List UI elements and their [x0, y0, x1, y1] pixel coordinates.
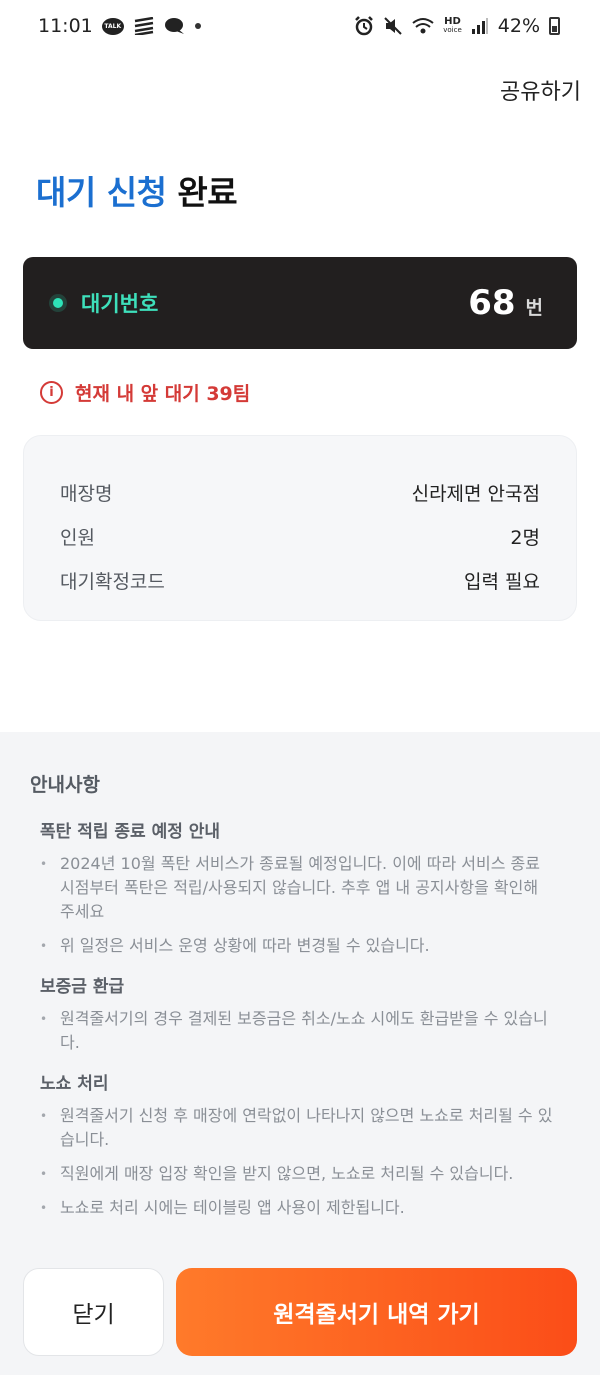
- remote-queue-history-button[interactable]: 원격줄서기 내역 가기: [176, 1268, 577, 1356]
- status-bar: 11:01 TALK HD voice 42%: [0, 0, 600, 52]
- notice-list: 원격줄서기 신청 후 매장에 연락없이 나타나지 않으면 노쇼로 처리될 수 있…: [40, 1104, 570, 1220]
- page-title: 대기 신청 완료: [36, 166, 238, 214]
- status-right: HD voice 42%: [354, 15, 560, 37]
- hd-text: HD: [444, 16, 461, 27]
- title-rest: 완료: [166, 173, 238, 212]
- share-button[interactable]: 공유하기: [500, 74, 581, 106]
- reservation-info-card: 매장명 신라제면 안국점 인원 2명 대기확정코드 입력 필요: [23, 435, 577, 621]
- notice-item: 위 일정은 서비스 운영 상황에 따라 변경될 수 있습니다.: [40, 934, 570, 958]
- notice-item: 노쇼로 처리 시에는 테이블링 앱 사용이 제한됩니다.: [40, 1196, 570, 1220]
- notice-item: 원격줄서기 신청 후 매장에 연락없이 나타나지 않으면 노쇼로 처리될 수 있…: [40, 1104, 570, 1152]
- queue-number-card: 대기번호 68 번: [23, 257, 577, 349]
- notice-heading: 폭탄 적립 종료 예정 안내: [40, 822, 221, 842]
- notice-title: 안내사항: [30, 774, 100, 796]
- notice-item: 원격줄서기의 경우 결제된 보증금은 취소/노쇼 시에도 환급받을 수 있습니다…: [40, 1007, 570, 1055]
- info-row-confirm-code: 대기확정코드 입력 필요: [60, 558, 540, 602]
- notice-item: 2024년 10월 폭탄 서비스가 종료될 예정입니다. 이에 따라 서비스 종…: [40, 852, 570, 924]
- chat-bubble-icon: [164, 17, 186, 35]
- info-row-store: 매장명 신라제면 안국점: [60, 470, 540, 514]
- stack-app-icon: [133, 17, 155, 35]
- info-value: 2명: [510, 526, 540, 549]
- wifi-icon: [412, 17, 434, 35]
- queue-value-group: 68 번: [468, 283, 543, 323]
- talk-icon-label: TALK: [101, 17, 124, 35]
- notice-list: 원격줄서기의 경우 결제된 보증금은 취소/노쇼 시에도 환급받을 수 있습니다…: [40, 1007, 570, 1055]
- queue-unit: 번: [525, 297, 543, 319]
- queue-label: 대기번호: [81, 292, 159, 316]
- info-value: 신라제면 안국점: [411, 482, 540, 505]
- queue-number: 68: [468, 283, 516, 323]
- info-label: 대기확정코드: [60, 570, 165, 593]
- more-notifications-dot: [194, 23, 201, 29]
- status-left: 11:01 TALK: [38, 15, 201, 37]
- live-status-dot: [53, 298, 63, 308]
- title-accent: 대기 신청: [36, 173, 167, 212]
- info-circle-icon: i: [40, 381, 63, 404]
- status-time: 11:01: [38, 15, 93, 37]
- alarm-icon: [354, 16, 374, 36]
- notice-list: 2024년 10월 폭탄 서비스가 종료될 예정입니다. 이에 따라 서비스 종…: [40, 852, 570, 958]
- close-button[interactable]: 닫기: [23, 1268, 164, 1356]
- signal-icon: [471, 17, 489, 35]
- kakaotalk-icon: TALK: [101, 17, 124, 35]
- battery-percent: 42%: [497, 15, 540, 37]
- waitlist-complete-screen: 11:01 TALK HD voice 42% 공유하기 대기 신청 완료 대기…: [0, 0, 600, 1375]
- voice-text: voice: [443, 26, 462, 34]
- info-label: 매장명: [60, 482, 113, 505]
- hd-voice-icon: HD voice: [443, 17, 462, 35]
- info-label: 인원: [60, 526, 95, 549]
- notice-heading: 보증금 환급: [40, 977, 125, 997]
- battery-icon: [549, 17, 560, 35]
- queue-label-group: 대기번호: [53, 288, 158, 318]
- info-row-party-size: 인원 2명: [60, 514, 540, 558]
- teams-ahead-text: 현재 내 앞 대기 39팀: [75, 383, 251, 405]
- notice-heading: 노쇼 처리: [40, 1074, 109, 1094]
- notice-item: 직원에게 매장 입장 확인을 받지 않으면, 노쇼로 처리될 수 있습니다.: [40, 1162, 570, 1186]
- mute-icon: [383, 16, 403, 36]
- teams-ahead-alert: i 현재 내 앞 대기 39팀: [40, 379, 250, 406]
- info-value: 입력 필요: [464, 570, 540, 593]
